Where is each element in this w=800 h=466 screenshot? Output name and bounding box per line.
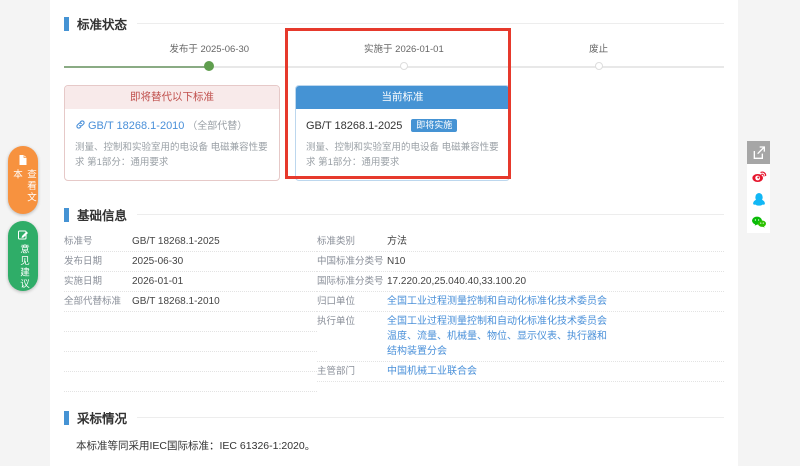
info-label: 全部代替标准 xyxy=(64,294,132,309)
milestone-implemented: 实施于 2026-01-01 xyxy=(334,43,474,68)
info-row-empty xyxy=(64,312,317,332)
milestone-label: 废止 xyxy=(529,43,669,57)
current-standard-code: GB/T 18268.1-2025 xyxy=(306,120,402,132)
info-label: 中国标准分类号 xyxy=(317,254,387,269)
view-text-button[interactable]: 查看文本 xyxy=(8,146,38,214)
section-header-status: 标准状态 xyxy=(64,14,724,33)
info-value: 方法 xyxy=(387,234,407,249)
executor-link[interactable]: 全国工业过程测量控制和自动化标准化技术委员会温度、流量、机械量、物位、显示仪表、… xyxy=(387,314,612,359)
info-label: 主管部门 xyxy=(317,364,387,379)
info-row: 全部代替标准GB/T 18268.1-2010 xyxy=(64,292,317,312)
authority-link[interactable]: 中国机械工业联合会 xyxy=(387,364,477,379)
info-row-empty xyxy=(64,332,317,352)
link-icon xyxy=(75,119,86,130)
section-title-basic: 基础信息 xyxy=(77,205,127,224)
milestone-dot-pending xyxy=(400,62,408,70)
replaced-standard-desc: 测量、控制和实验室用的电设备 电磁兼容性要求 第1部分：通用要求 xyxy=(75,140,269,170)
qq-icon[interactable] xyxy=(747,187,770,210)
info-value: N10 xyxy=(387,254,405,269)
current-card-body: GB/T 18268.1-2025 即将实施 测量、控制和实验室用的电设备 电磁… xyxy=(296,109,509,180)
info-value: GB/T 18268.1-2010 xyxy=(132,294,220,309)
info-label: 实施日期 xyxy=(64,274,132,289)
info-row: 中国标准分类号N10 xyxy=(317,252,724,272)
standard-cards: 即将替代以下标准 GB/T 18268.1-2010 （全部代替） 测量、控制和… xyxy=(64,85,724,181)
committee-link[interactable]: 全国工业过程测量控制和自动化标准化技术委员会 xyxy=(387,294,607,309)
info-row: 标准类别方法 xyxy=(317,232,724,252)
replaced-card-body: GB/T 18268.1-2010 （全部代替） 测量、控制和实验室用的电设备 … xyxy=(65,109,279,180)
info-label: 归口单位 xyxy=(317,294,387,309)
adoption-line-1: 本标准等同采用IEC国际标准：IEC 61326-1:2020。 xyxy=(76,438,724,453)
section-marker xyxy=(64,411,69,425)
info-row: 发布日期2025-06-30 xyxy=(64,252,317,272)
current-standard-card: 当前标准 GB/T 18268.1-2025 即将实施 测量、控制和实验室用的电… xyxy=(295,85,510,181)
info-value: 2025-06-30 xyxy=(132,254,183,269)
section-header-adoption: 采标情况 xyxy=(64,408,724,427)
milestone-published: 发布于 2025-06-30 xyxy=(139,43,279,70)
replaced-standard-card: 即将替代以下标准 GB/T 18268.1-2010 （全部代替） 测量、控制和… xyxy=(64,85,280,181)
info-row: 国际标准分类号17.220.20,25.040.40,33.100.20 xyxy=(317,272,724,292)
info-row: 执行单位全国工业过程测量控制和自动化标准化技术委员会温度、流量、机械量、物位、显… xyxy=(317,312,724,362)
info-row: 主管部门中国机械工业联合会 xyxy=(317,362,724,382)
info-row: 标准号GB/T 18268.1-2025 xyxy=(64,232,317,252)
divider xyxy=(137,214,724,215)
info-row-empty xyxy=(64,352,317,372)
section-title-adoption: 采标情况 xyxy=(77,408,127,427)
status-timeline: 发布于 2025-06-30 实施于 2026-01-01 废止 xyxy=(64,43,724,77)
info-row-empty xyxy=(64,372,317,392)
weibo-icon[interactable] xyxy=(747,164,770,187)
info-value: 2026-01-01 xyxy=(132,274,183,289)
info-label: 标准号 xyxy=(64,234,132,249)
info-value: GB/T 18268.1-2025 xyxy=(132,234,220,249)
document-icon xyxy=(17,154,29,166)
current-card-header: 当前标准 xyxy=(296,86,509,109)
milestone-dot-pending xyxy=(595,62,603,70)
section-marker xyxy=(64,208,69,222)
milestone-label: 实施于 2026-01-01 xyxy=(334,43,474,57)
feedback-button[interactable]: 意见建议 xyxy=(8,221,38,291)
main-panel: 标准状态 发布于 2025-06-30 实施于 2026-01-01 废止 即将… xyxy=(50,0,738,466)
divider xyxy=(137,417,724,418)
view-text-label: 查看文本 xyxy=(9,169,37,214)
section-header-basic: 基础信息 xyxy=(64,205,724,224)
milestone-dot-done xyxy=(204,61,214,71)
info-label: 发布日期 xyxy=(64,254,132,269)
basic-info-left-table: 标准号GB/T 18268.1-2025 发布日期2025-06-30 实施日期… xyxy=(64,232,317,392)
section-marker xyxy=(64,17,69,31)
replaced-card-header: 即将替代以下标准 xyxy=(65,86,279,109)
info-row: 归口单位全国工业过程测量控制和自动化标准化技术委员会 xyxy=(317,292,724,312)
edit-icon xyxy=(17,229,29,241)
divider xyxy=(137,23,724,24)
wechat-icon[interactable] xyxy=(747,210,770,233)
milestone-abolished: 废止 xyxy=(529,43,669,68)
feedback-label: 意见建议 xyxy=(16,244,30,290)
info-row: 实施日期2026-01-01 xyxy=(64,272,317,292)
current-standard-desc: 测量、控制和实验室用的电设备 电磁兼容性要求 第1部分：通用要求 xyxy=(306,140,499,170)
info-label: 标准类别 xyxy=(317,234,387,249)
basic-info-right-table: 标准类别方法 中国标准分类号N10 国际标准分类号17.220.20,25.04… xyxy=(317,232,724,392)
section-title-status: 标准状态 xyxy=(77,14,127,33)
replaced-standard-link[interactable]: GB/T 18268.1-2010 xyxy=(88,120,184,132)
status-badge: 即将实施 xyxy=(411,119,457,132)
info-label: 国际标准分类号 xyxy=(317,274,387,289)
share-icon[interactable] xyxy=(747,141,770,164)
share-toolbar xyxy=(747,141,770,233)
info-value: 17.220.20,25.040.40,33.100.20 xyxy=(387,274,526,289)
milestone-label: 发布于 2025-06-30 xyxy=(139,43,279,57)
info-label: 执行单位 xyxy=(317,314,387,329)
basic-info-tables: 标准号GB/T 18268.1-2025 发布日期2025-06-30 实施日期… xyxy=(64,232,724,392)
replace-note: （全部代替） xyxy=(187,121,247,132)
